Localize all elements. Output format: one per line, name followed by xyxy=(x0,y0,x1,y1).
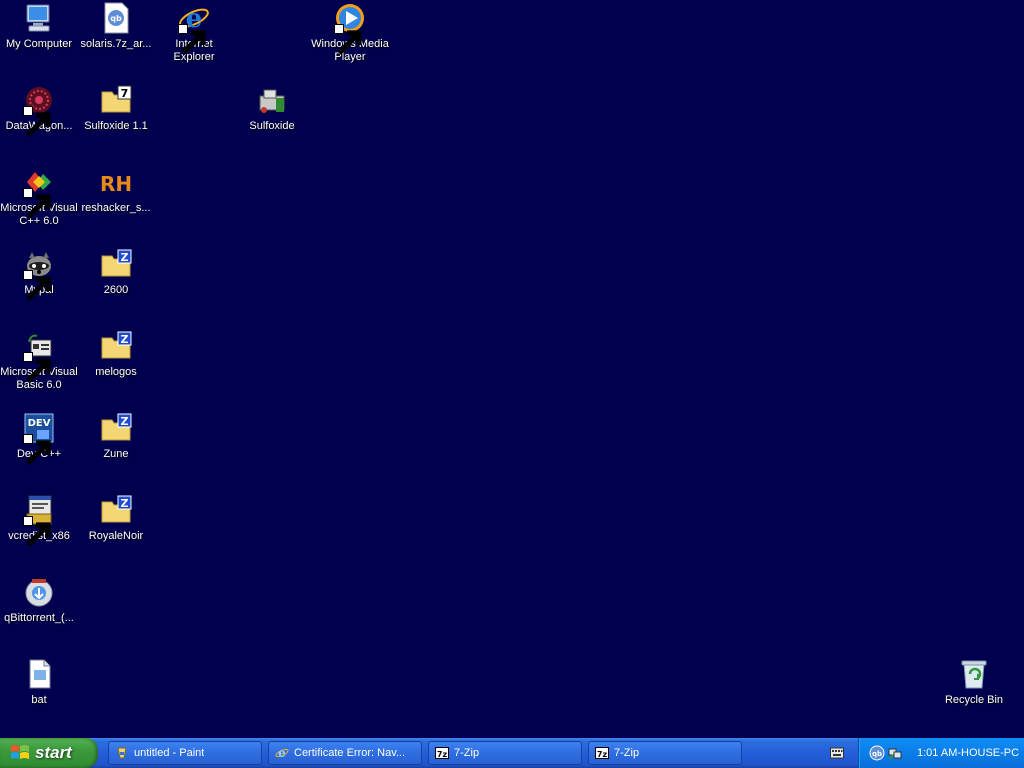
zip-folder-icon: 7 xyxy=(100,84,132,116)
svg-text:Z: Z xyxy=(121,333,129,346)
visual-basic-icon xyxy=(23,330,55,383)
shortcut-arrow-icon xyxy=(178,24,206,55)
desktop-icon-windows-media-player[interactable]: Windows Media Player xyxy=(302,2,398,64)
desktop-icon-sulfoxide[interactable]: Sulfoxide xyxy=(233,84,311,133)
7zip-icon: 7z xyxy=(435,747,449,759)
ie-icon: e xyxy=(275,746,289,760)
taskbar-button-label: 7-Zip xyxy=(614,747,640,759)
taskbar-clock[interactable]: 1:01 AM-HOUSE-PC xyxy=(917,747,1019,759)
qbittorrent-installer-icon xyxy=(23,576,55,608)
taskbar: start untitled - Paint e Certificate Err… xyxy=(0,738,1024,768)
windows-flag-icon xyxy=(11,745,29,759)
zip-folder-icon: Z xyxy=(100,412,132,444)
datawagon-icon xyxy=(23,84,55,137)
zip-folder-icon: Z xyxy=(100,330,132,362)
desktop-icon-label: reshacker_s... xyxy=(81,202,151,214)
batch-file-icon xyxy=(23,658,55,690)
svg-text:7z: 7z xyxy=(437,750,448,759)
zip-folder-icon: Z xyxy=(100,248,132,280)
svg-text:RH: RH xyxy=(100,172,132,196)
svg-text:e: e xyxy=(278,746,286,760)
my-computer-icon xyxy=(23,2,55,34)
start-button[interactable]: start xyxy=(0,738,98,768)
svg-text:qb: qb xyxy=(872,750,882,758)
internet-explorer-icon: e xyxy=(178,2,210,55)
desktop-icon-label: Sulfoxide 1.1 xyxy=(84,120,148,132)
desktop-icon-vcredist[interactable]: vcredist_x86 xyxy=(0,494,78,547)
svg-text:Z: Z xyxy=(121,251,129,264)
qbittorrent-tray-icon[interactable]: qb xyxy=(869,745,885,761)
desktop-icon-my-computer[interactable]: My Computer xyxy=(0,2,78,51)
reshacker-icon: RH xyxy=(100,166,132,198)
installer-icon xyxy=(23,494,55,547)
desktop-icon-melogos[interactable]: Z melogos xyxy=(77,330,155,379)
desktop-icon-mypal[interactable]: Mypal xyxy=(0,248,78,301)
shortcut-arrow-icon xyxy=(23,516,51,547)
taskbar-button-paint[interactable]: untitled - Paint xyxy=(108,741,262,765)
7zip-icon: 7z xyxy=(595,747,609,759)
desktop-icon-label: qBittorrent_(... xyxy=(4,612,74,624)
taskbar-button-7zip-2[interactable]: 7z 7-Zip xyxy=(588,741,742,765)
desktop-icon-label: 2600 xyxy=(103,284,129,296)
paint-icon xyxy=(117,747,127,759)
keyboard-icon[interactable] xyxy=(830,747,844,759)
taskbar-button-label: 7-Zip xyxy=(454,747,480,759)
visual-cpp-icon xyxy=(23,166,55,219)
desktop-icon-msvb[interactable]: Microsoft Visual Basic 6.0 xyxy=(0,330,78,392)
shortcut-arrow-icon xyxy=(23,352,51,383)
desktop-icon-2600[interactable]: Z 2600 xyxy=(77,248,155,297)
sulfoxide-icon xyxy=(256,84,288,116)
desktop-icon-label: Zune xyxy=(103,448,129,460)
shortcut-arrow-icon xyxy=(23,270,51,301)
desktop-icon-devcpp[interactable]: DEV Dev-C++ xyxy=(0,412,78,465)
desktop-icon-label: melogos xyxy=(95,366,137,378)
desktop-icon-label: Sulfoxide xyxy=(249,120,295,132)
system-tray: qb 1:01 AM-HOUSE-PC xyxy=(858,738,1024,768)
desktop-icon-bat[interactable]: bat xyxy=(0,658,78,707)
start-label: start xyxy=(35,743,72,762)
desktop-icon-msvc[interactable]: Microsoft Visual C++ 6.0 xyxy=(0,166,78,228)
mypal-raccoon-icon xyxy=(23,248,55,301)
taskbar-button-7zip-1[interactable]: 7z 7-Zip xyxy=(428,741,582,765)
svg-text:DEV: DEV xyxy=(28,418,51,429)
desktop-icon-label: RoyaleNoir xyxy=(88,530,144,542)
zip-folder-icon: Z xyxy=(100,494,132,526)
taskbar-button-certificate-error[interactable]: e Certificate Error: Nav... xyxy=(268,741,422,765)
desktop-icon-solaris-archive[interactable]: qb solaris.7z_ar... xyxy=(77,2,155,51)
svg-text:Z: Z xyxy=(121,497,129,510)
taskbar-button-label: untitled - Paint xyxy=(134,747,205,759)
svg-text:qb: qb xyxy=(110,14,122,23)
qbittorrent-file-icon: qb xyxy=(100,2,132,34)
desktop-icon-qbittorrent[interactable]: qBittorrent_(... xyxy=(0,576,78,625)
desktop-icon-label: My Computer xyxy=(5,38,73,50)
desktop-icon-label: solaris.7z_ar... xyxy=(80,38,152,50)
windows-media-player-icon xyxy=(334,2,366,55)
desktop-icon-recycle-bin[interactable]: Recycle Bin xyxy=(935,658,1013,707)
recycle-bin-icon xyxy=(958,658,990,690)
svg-text:7z: 7z xyxy=(597,750,608,759)
taskbar-button-label: Certificate Error: Nav... xyxy=(294,747,406,759)
network-tray-icon[interactable] xyxy=(887,745,903,761)
desktop-icon-label: Recycle Bin xyxy=(944,694,1004,706)
svg-text:7: 7 xyxy=(121,87,129,100)
desktop-icon-reshacker[interactable]: RH reshacker_s... xyxy=(77,166,155,215)
desktop-icon-label: bat xyxy=(31,694,47,706)
devcpp-icon: DEV xyxy=(23,412,55,465)
desktop-icon-internet-explorer[interactable]: e Internet Explorer xyxy=(155,2,233,64)
shortcut-arrow-icon xyxy=(334,24,362,55)
desktop[interactable]: My Computer DataWagon... Microsoft Visua… xyxy=(0,0,1024,738)
shortcut-arrow-icon xyxy=(23,106,51,137)
desktop-icon-sulfoxide-11[interactable]: 7 Sulfoxide 1.1 xyxy=(77,84,155,133)
desktop-icon-royalenoir[interactable]: Z RoyaleNoir xyxy=(77,494,155,543)
shortcut-arrow-icon xyxy=(23,188,51,219)
svg-text:Z: Z xyxy=(121,415,129,428)
shortcut-arrow-icon xyxy=(23,434,51,465)
desktop-icon-datawagon[interactable]: DataWagon... xyxy=(0,84,78,137)
desktop-icon-zune[interactable]: Z Zune xyxy=(77,412,155,461)
